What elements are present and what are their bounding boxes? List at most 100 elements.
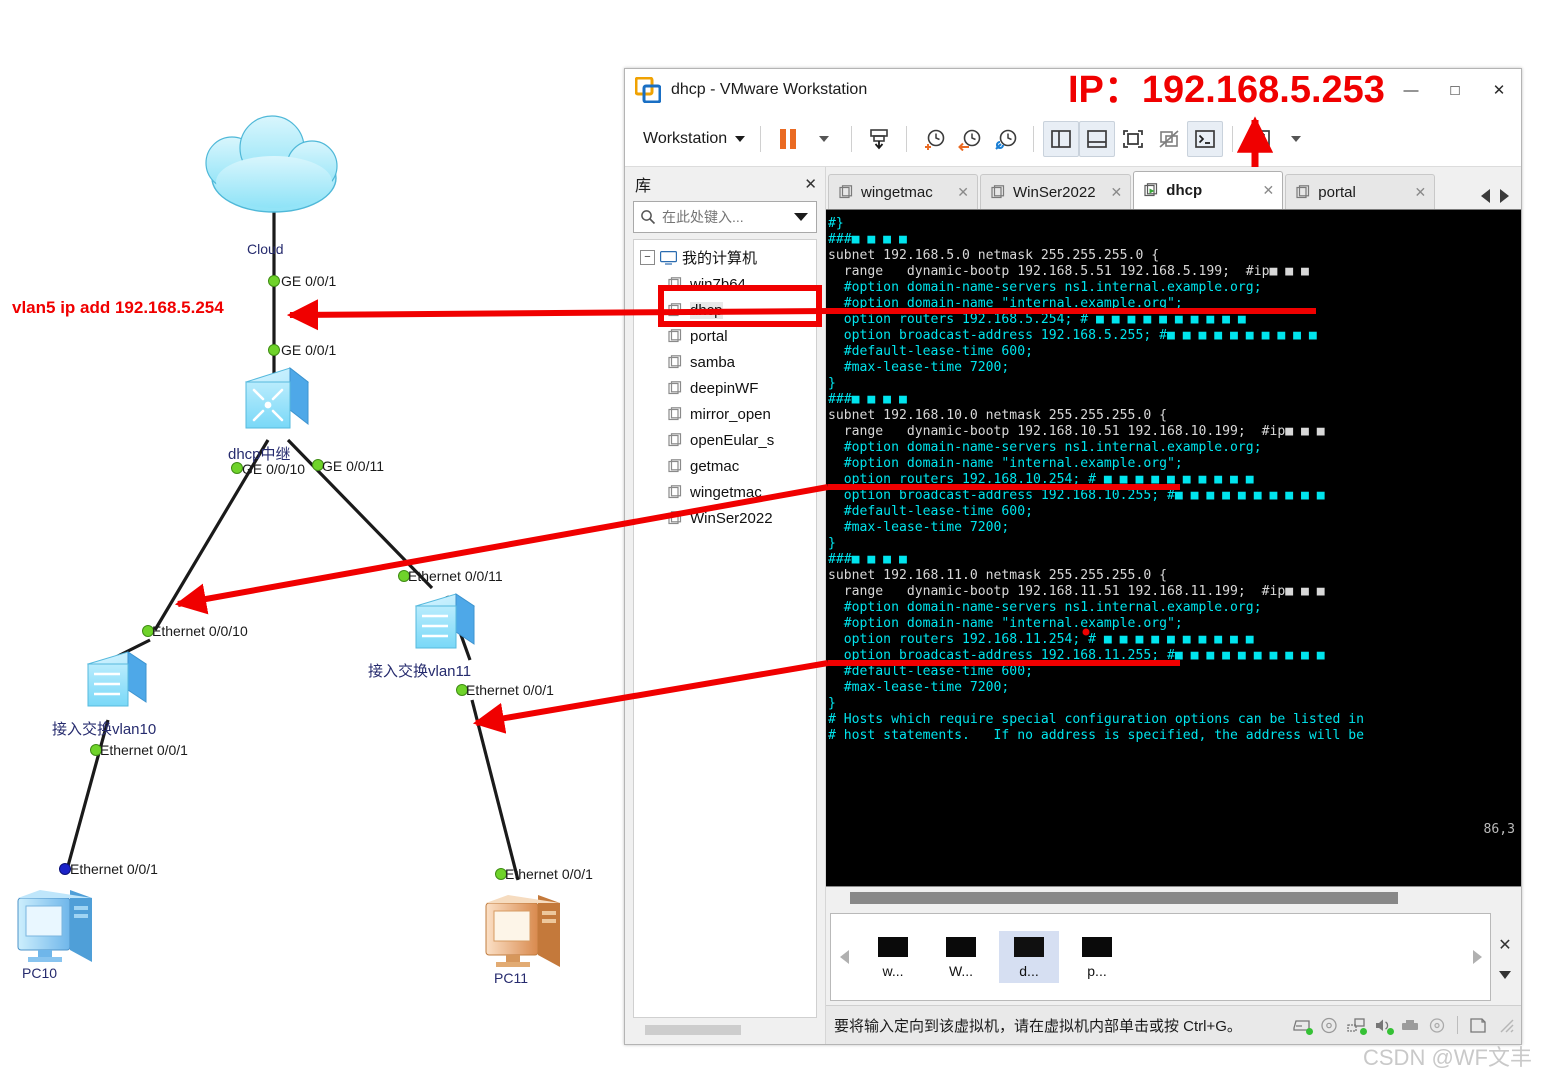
console-line: subnet 192.168.11.0 netmask 255.255.255.… bbox=[828, 568, 1167, 583]
library-item-winser2022[interactable]: WinSer2022 bbox=[634, 505, 816, 531]
thumbnail-winser2022[interactable]: W... bbox=[931, 931, 991, 983]
chevron-right-icon bbox=[1472, 950, 1482, 964]
library-search-input[interactable] bbox=[660, 208, 794, 226]
library-item-deepinwf[interactable]: deepinWF bbox=[634, 375, 816, 401]
console-line: option routers 192.168.10.254; # ■ ■ ■ ■… bbox=[828, 472, 1254, 487]
console-line: #default-lease-time 600; bbox=[828, 344, 1033, 359]
library-item-dhcp[interactable]: dhcp bbox=[634, 297, 816, 323]
library-item-openeular[interactable]: openEular_s bbox=[634, 427, 816, 453]
vmware-logo-icon bbox=[634, 76, 662, 104]
library-item-getmac[interactable]: getmac bbox=[634, 453, 816, 479]
show-library-button[interactable] bbox=[1043, 121, 1080, 157]
console-horizontal-scrollbar[interactable] bbox=[826, 886, 1521, 909]
cd-dvd-icon[interactable] bbox=[1319, 1017, 1339, 1034]
vm-icon bbox=[668, 276, 683, 292]
scrollbar-thumb[interactable] bbox=[645, 1025, 741, 1035]
library-item-win7b64[interactable]: win7b64 bbox=[634, 271, 816, 297]
library-tree[interactable]: − 我的计算机 win7b64 dhcp portal samba deepin… bbox=[633, 239, 817, 1018]
tab-scroll-controls[interactable] bbox=[1473, 189, 1521, 209]
thumbnail-items[interactable]: w... W... d... p... bbox=[857, 931, 1464, 983]
printer-icon[interactable] bbox=[1427, 1017, 1447, 1034]
guest-console-wrapper[interactable]: #} ###■ ■ ■ ■ subnet 192.168.5.0 netmask 2… bbox=[826, 209, 1521, 909]
revert-snapshot-button[interactable] bbox=[952, 121, 988, 157]
main-toolbar[interactable]: Workstation bbox=[625, 112, 1521, 167]
console-view-button[interactable] bbox=[1187, 121, 1224, 157]
thumbnail-scroll-left[interactable] bbox=[831, 950, 857, 964]
tab-winser2022[interactable]: WinSer2022 ✕ bbox=[980, 174, 1132, 209]
snapshot-button[interactable] bbox=[861, 121, 897, 157]
snapshot-icon bbox=[870, 129, 888, 150]
thumbnail-strip[interactable]: w... W... d... p... bbox=[830, 913, 1491, 1001]
tab-label: wingetmac bbox=[861, 183, 933, 201]
console-line: option routers 192.168.11.254; # ■ ■ ■ ■… bbox=[828, 632, 1254, 647]
manage-snapshots-button[interactable] bbox=[988, 121, 1024, 157]
tree-expander-icon[interactable]: − bbox=[640, 250, 655, 265]
minimize-button[interactable]: — bbox=[1389, 69, 1433, 111]
take-snapshot-button[interactable] bbox=[916, 121, 952, 157]
network-icon[interactable] bbox=[1346, 1017, 1367, 1035]
vmware-workstation-window[interactable]: dhcp - VMware Workstation — □ ✕ Workstat… bbox=[624, 68, 1522, 1045]
power-dropdown[interactable] bbox=[806, 121, 842, 157]
library-item-portal[interactable]: portal bbox=[634, 323, 816, 349]
tree-root-my-computer[interactable]: − 我的计算机 bbox=[634, 240, 816, 271]
stretch-button[interactable] bbox=[1242, 121, 1278, 157]
port-label: Ethernet 0/0/1 bbox=[70, 861, 158, 877]
fullscreen-button[interactable] bbox=[1115, 121, 1151, 157]
scrollbar-thumb[interactable] bbox=[850, 892, 1398, 904]
suspend-button[interactable] bbox=[770, 121, 806, 157]
tab-close-icon[interactable]: ✕ bbox=[1103, 184, 1123, 201]
console-line: range dynamic-bootp 192.168.10.51 192.16… bbox=[828, 424, 1325, 439]
vm-tab-strip[interactable]: wingetmac ✕ WinSer2022 ✕ dhcp ✕ portal ✕ bbox=[826, 167, 1521, 209]
thumbnail-portal[interactable]: p... bbox=[1067, 931, 1127, 983]
tab-dhcp[interactable]: dhcp ✕ bbox=[1133, 171, 1284, 209]
stretch-dropdown[interactable] bbox=[1278, 121, 1314, 157]
thumbnail-wingetmac[interactable]: w... bbox=[863, 931, 923, 983]
note-icon[interactable] bbox=[1468, 1017, 1488, 1034]
tab-close-icon[interactable]: ✕ bbox=[949, 184, 969, 201]
console-terminal-icon bbox=[1195, 130, 1216, 148]
maximize-button[interactable]: □ bbox=[1433, 69, 1477, 111]
library-item-label: mirror_open bbox=[690, 405, 771, 423]
close-button[interactable]: ✕ bbox=[1477, 69, 1521, 111]
hard-disk-icon[interactable] bbox=[1292, 1017, 1313, 1035]
status-device-icons[interactable] bbox=[1292, 1016, 1515, 1035]
usb-icon[interactable] bbox=[1400, 1017, 1420, 1034]
tab-scroll-right-icon[interactable] bbox=[1500, 189, 1509, 203]
window-controls[interactable]: — □ ✕ bbox=[1389, 69, 1521, 111]
thumbnail-scroll-right[interactable] bbox=[1464, 950, 1490, 964]
tab-close-icon[interactable]: ✕ bbox=[1407, 184, 1427, 201]
show-thumbnails-button[interactable] bbox=[1079, 121, 1116, 157]
console-line: option broadcast-address 192.168.11.255;… bbox=[828, 648, 1325, 663]
search-dropdown-icon[interactable] bbox=[794, 213, 808, 221]
thumbnail-dhcp[interactable]: d... bbox=[999, 931, 1059, 983]
library-panel[interactable]: 库 ✕ − bbox=[625, 167, 826, 1044]
library-close-icon[interactable]: ✕ bbox=[804, 175, 817, 193]
library-panel-icon bbox=[1051, 130, 1072, 148]
thumbnail-close-icon[interactable]: ✕ bbox=[1498, 935, 1511, 955]
library-search-box[interactable] bbox=[633, 201, 817, 233]
cloud-node bbox=[205, 115, 338, 213]
access-switch-vlan10-node bbox=[86, 651, 148, 707]
tab-portal[interactable]: portal ✕ bbox=[1285, 174, 1436, 209]
console-line: #max-lease-time 7200; bbox=[828, 360, 1010, 375]
console-line: ###■ ■ ■ ■ bbox=[828, 392, 907, 407]
library-item-wingetmac[interactable]: wingetmac bbox=[634, 479, 816, 505]
library-horizontal-scrollbar[interactable] bbox=[633, 1022, 817, 1038]
thumbnail-bar-controls[interactable]: ✕ bbox=[1491, 913, 1519, 1001]
tab-wingetmac[interactable]: wingetmac ✕ bbox=[828, 174, 978, 209]
vim-cursor-position: 86,3 bbox=[1483, 822, 1515, 837]
library-item-mirror-open[interactable]: mirror_open bbox=[634, 401, 816, 427]
tab-scroll-left-icon[interactable] bbox=[1481, 189, 1490, 203]
vm-icon bbox=[991, 184, 1006, 200]
sound-icon[interactable] bbox=[1373, 1017, 1394, 1035]
node-label-access-vlan10: 接入交换vlan10 bbox=[52, 721, 157, 738]
unity-button[interactable] bbox=[1151, 121, 1187, 157]
library-item-label: win7b64 bbox=[690, 275, 746, 293]
library-item-samba[interactable]: samba bbox=[634, 349, 816, 375]
chevron-down-icon[interactable] bbox=[1499, 971, 1511, 979]
vm-thumbnail-bar[interactable]: w... W... d... p... ✕ bbox=[826, 909, 1521, 1005]
workstation-menu-button[interactable]: Workstation bbox=[637, 126, 751, 152]
tab-close-icon[interactable]: ✕ bbox=[1255, 182, 1275, 199]
resize-grip-icon[interactable] bbox=[1495, 1017, 1515, 1034]
guest-console-screen[interactable]: #} ###■ ■ ■ ■ subnet 192.168.5.0 netmask 2… bbox=[826, 210, 1521, 886]
